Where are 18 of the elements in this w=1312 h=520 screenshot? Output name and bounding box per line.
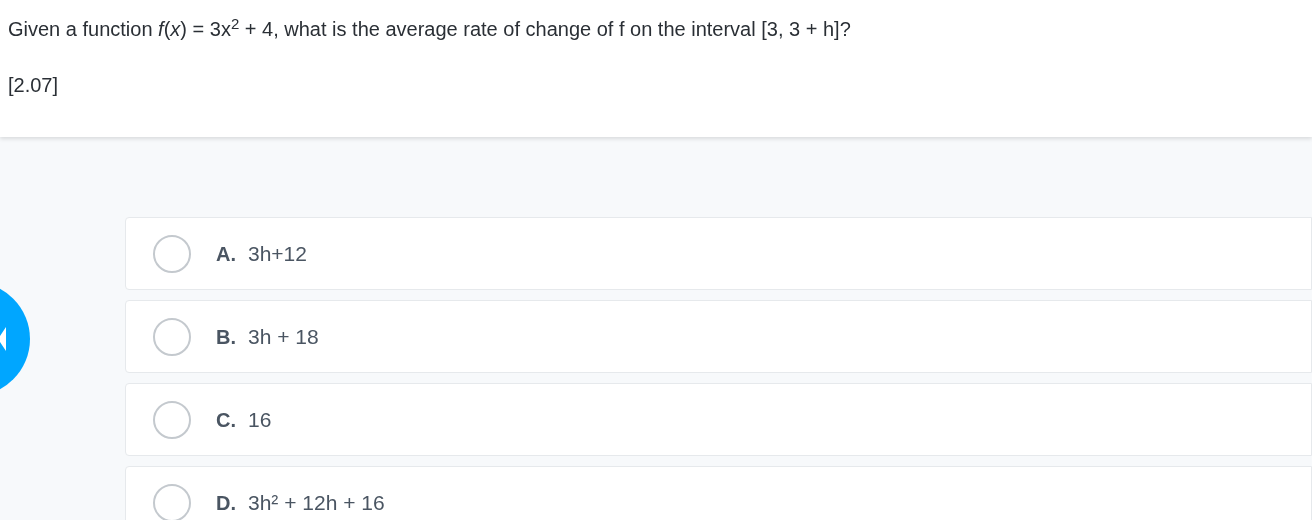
radio-button[interactable] [153,400,191,439]
radio-button[interactable] [153,483,191,520]
option-text: 3h+12 [248,240,307,267]
option-letter: A. [216,241,236,267]
option-letter: D. [216,490,236,516]
question-text: Given a function f(x) = 3x$^{2}$ + 4, what is the average rate of change of f on the interval [3, 3 + h]? [8,16,852,42]
answer-option[interactable]: D. 3h² + 12h + 16 [125,466,1312,520]
answer-option[interactable]: B. 3h + 18 [125,300,1312,373]
option-text: 16 [248,406,272,433]
answer-option[interactable]: A. 3h+12 [125,217,1312,290]
option-text: 3h² + 12h + 16 [248,489,385,516]
option-text: 3h + 18 [248,323,319,350]
radio-button[interactable] [153,234,191,273]
option-letter: B. [216,324,236,350]
option-letter: C. [216,407,236,433]
answer-option[interactable]: C. 16 [125,383,1312,456]
question-tag: [2.07] [8,72,1304,98]
radio-button[interactable] [153,317,191,356]
